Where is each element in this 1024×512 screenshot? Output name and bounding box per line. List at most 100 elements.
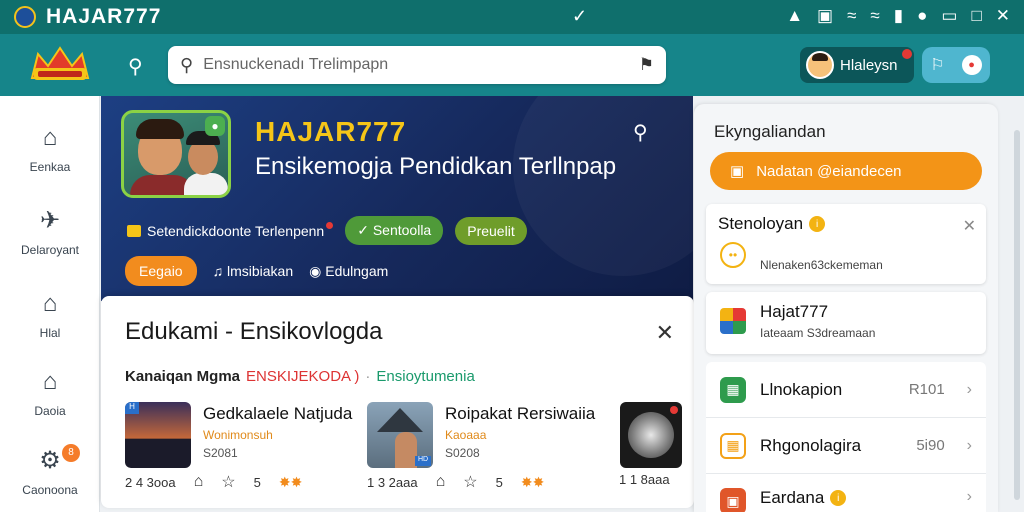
bag-icon: ▣ xyxy=(720,488,746,512)
window-title: HAJAR777 xyxy=(46,5,162,28)
hero-tags: Setendickdoonte Terlenpenn ✓ Sentoolla P… xyxy=(127,216,527,245)
right-panel: Ekyngaliandan ▣ Nadatan @eiandecen Steno… xyxy=(694,104,998,512)
tag-icon[interactable]: ⚑ xyxy=(639,55,654,75)
close-icon[interactable]: ✕ xyxy=(963,216,976,236)
search-input[interactable]: ⚲ Ensnuckenadı Trelimpapn ⚑ xyxy=(168,46,666,84)
pill-preuelit[interactable]: Preuelit xyxy=(455,216,527,245)
breadcrumb: Kanaiqan Mgma ENSKIJEKODA ) · Ensioytume… xyxy=(125,368,475,385)
hero-image[interactable]: ● xyxy=(121,110,231,198)
game-thumbnail xyxy=(620,402,682,468)
vpn-icon[interactable]: ● xyxy=(917,6,927,26)
battery-icon[interactable]: ▭ xyxy=(941,6,957,26)
lock-icon[interactable]: ▲ xyxy=(786,6,803,26)
nav-label: Delaroyant xyxy=(20,243,80,257)
nav-item-2[interactable]: ⌂ Hlal xyxy=(0,290,100,342)
orange-button[interactable]: Eegaio xyxy=(125,256,197,286)
chevron-right-icon: › xyxy=(966,380,972,398)
brand-logo[interactable] xyxy=(28,44,92,84)
home-icon[interactable]: ⌂ xyxy=(194,473,204,491)
star-icon[interactable]: ☆ xyxy=(221,472,235,492)
menu-row[interactable]: ▦ Rhgonolagira 5i90 › xyxy=(706,418,986,474)
app-icon xyxy=(720,308,746,334)
game-number: S0208 xyxy=(445,446,480,460)
record-icon[interactable]: ● xyxy=(961,55,982,75)
nav-label: Hlal xyxy=(39,326,61,340)
grid-icon: ▦ xyxy=(720,432,746,459)
badge-icon: ● xyxy=(205,116,225,136)
nav-item-1[interactable]: ✈ Delaroyant xyxy=(0,206,100,259)
detail-card: Edukami - Ensikovlogda ✕ Kanaiqan Mgma E… xyxy=(101,296,694,508)
hero-subtitle: Ensikemogja Pendidkan Terllnpap xyxy=(255,153,617,180)
row-label: Rhgonolagira xyxy=(760,435,862,455)
app-card[interactable]: Hajat777 Iateaam S3dreamaan xyxy=(706,292,986,354)
info-icon: i xyxy=(809,216,826,232)
menu-row[interactable]: ▦ Llnokapion R101 › xyxy=(706,362,986,418)
user-chip[interactable]: Hlaleysn xyxy=(800,47,914,83)
row-label: Llnokapion xyxy=(760,379,843,399)
row-value: R101 xyxy=(908,381,945,398)
row-label: Eardana i xyxy=(760,488,967,508)
timer-icon: •• xyxy=(720,242,746,268)
bank-icon: ⌂ xyxy=(42,124,58,151)
app-logo-icon xyxy=(14,6,36,28)
fire-icon: ✸✸ xyxy=(278,473,303,490)
menu-row[interactable]: ▣ Eardana i › xyxy=(706,474,986,512)
left-nav: ⌂ Eenkaa ✈ Delaroyant ⌂ Hlal ⌂ Daoia ⚙ 8… xyxy=(0,96,100,512)
app-sub: Iateaam S3dreamaan xyxy=(760,326,876,340)
game-sub: Kaoaaa xyxy=(445,428,487,442)
stats-row: 1 3 2aaa ⌂ ☆ 5 ✸✸ xyxy=(367,472,544,492)
cta-button[interactable]: ▣ Nadatan @eiandecen xyxy=(710,152,982,190)
nav-item-0[interactable]: ⌂ Eenkaa xyxy=(0,124,100,176)
action-chip[interactable]: ⚐ ● xyxy=(922,47,990,83)
flag-icon[interactable]: ⚐ xyxy=(930,55,944,75)
game-title: Gedkalaele Natjuda xyxy=(203,404,353,423)
crumb-3[interactable]: Ensioytumenia xyxy=(376,368,474,385)
hero-tagline[interactable]: Setendickdoonte Terlenpenn xyxy=(127,222,334,239)
close-icon[interactable]: ✕ xyxy=(656,320,674,346)
nav-label: Caonoona xyxy=(22,483,78,497)
notification-dot xyxy=(902,49,912,59)
notice-title: Stenoloyan i xyxy=(718,214,826,234)
cast-icon[interactable]: ▣ xyxy=(817,6,833,26)
hero-brand: HAJAR777 xyxy=(255,116,407,147)
card-title: Edukami - Ensikovlogda xyxy=(125,318,383,345)
hero-search-icon[interactable]: ⚲ xyxy=(633,120,648,145)
nav-item-3[interactable]: ⌂ Daoia xyxy=(0,368,100,420)
close-icon[interactable]: ✕ xyxy=(996,6,1010,26)
wifi-alt-icon[interactable]: ≈ xyxy=(870,6,879,26)
chevron-right-icon: › xyxy=(966,436,972,454)
avatar xyxy=(806,51,834,79)
info-icon: i xyxy=(830,490,847,506)
window-icon[interactable]: □ xyxy=(971,6,981,26)
hero-banner: ● HAJAR777 Ensikemogja Pendidkan Terllnp… xyxy=(101,96,693,301)
wifi-icon[interactable]: ≈ xyxy=(847,6,856,26)
stats-row: 2 4 3ooa ⌂ ☆ 5 ✸✸ xyxy=(125,472,302,492)
pill-sentoolla[interactable]: ✓ Sentoolla xyxy=(345,216,444,245)
nav-label: Eenkaa xyxy=(29,160,71,174)
user-name: Hlaleysn xyxy=(840,56,898,74)
notice-sub: Nlenaken63ckememan xyxy=(760,258,883,272)
chevron-right-icon: › xyxy=(966,488,972,505)
stat-count: 2 4 3ooa xyxy=(125,474,176,490)
notice-card[interactable]: Stenoloyan i ✕ •• Nlenaken63ckememan xyxy=(706,204,986,284)
nav-item-4[interactable]: ⚙ 8 Caonoona xyxy=(0,444,100,499)
scrollbar[interactable] xyxy=(1014,130,1020,500)
game-thumbnail: H xyxy=(125,402,191,468)
search-icon[interactable]: ⚲ xyxy=(128,54,143,79)
game-thumbnail: HD xyxy=(367,402,433,468)
link-edulngam[interactable]: ◉ Edulngam xyxy=(309,263,388,280)
signal-icon[interactable]: ▮ xyxy=(894,6,903,26)
nav-badge: 8 xyxy=(62,444,80,462)
game-sub: Wonimonsuh xyxy=(203,428,273,442)
crumb-1[interactable]: Kanaiqan Mgma xyxy=(125,368,240,385)
star-icon[interactable]: ☆ xyxy=(463,472,477,492)
link-lmsibiakan[interactable]: ♫ lmsibiakan xyxy=(213,263,294,279)
home-icon: ⌂ xyxy=(42,290,58,317)
hero-actions: Eegaio ♫ lmsibiakan ◉ Edulngam xyxy=(125,256,388,286)
house-icon: ⌂ xyxy=(42,368,58,395)
check-icon[interactable]: ✓ xyxy=(572,6,587,27)
crumb-2[interactable]: ENSKIJEKODA ) xyxy=(246,368,359,385)
app-bar: ⚲ ⚲ Ensnuckenadı Trelimpapn ⚑ Hlaleysn ⚐… xyxy=(0,34,1024,96)
home-icon[interactable]: ⌂ xyxy=(436,473,446,491)
nav-label: Daoia xyxy=(34,404,66,418)
